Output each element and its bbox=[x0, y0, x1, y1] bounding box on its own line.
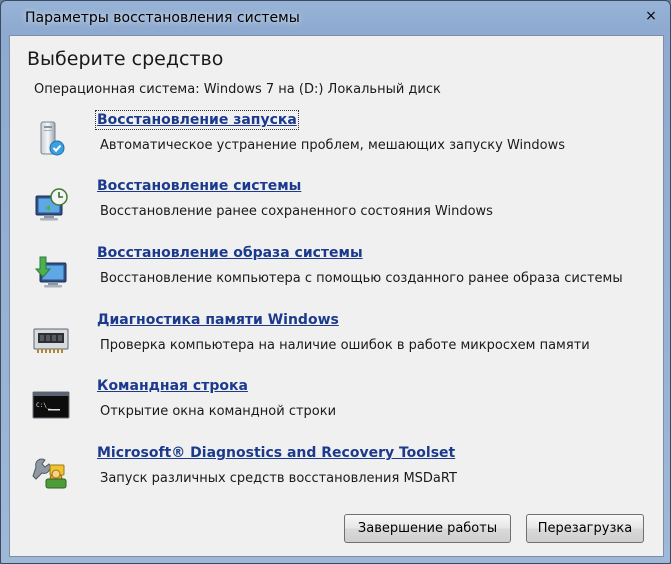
system-image-recovery-link[interactable]: Восстановление образа системы bbox=[97, 245, 363, 261]
startup-repair-icon bbox=[32, 120, 70, 158]
restart-button[interactable]: Перезагрузка bbox=[526, 514, 644, 543]
startup-repair-link[interactable]: Восстановление запуска bbox=[95, 110, 299, 130]
system-restore-link[interactable]: Восстановление системы bbox=[97, 178, 301, 194]
tool-item-memory-diagnostic: Диагностика памяти Windows Проверка комп… bbox=[30, 312, 650, 370]
operating-system-label: Операционная система: Windows 7 на (D:) … bbox=[34, 82, 441, 97]
system-restore-description: Восстановление ранее сохраненного состоя… bbox=[100, 204, 493, 219]
tool-item-system-image-recovery: Восстановление образа системы Восстановл… bbox=[30, 245, 650, 303]
title-bar[interactable]: Параметры восстановления системы × bbox=[1, 1, 670, 35]
recovery-options-window: Параметры восстановления системы × Выбер… bbox=[0, 0, 671, 564]
tool-item-msdart: Microsoft® Diagnostics and Recovery Tool… bbox=[30, 445, 650, 503]
shutdown-button[interactable]: Завершение работы bbox=[344, 514, 511, 543]
command-prompt-description: Открытие окна командной строки bbox=[100, 404, 337, 419]
system-restore-icon bbox=[32, 186, 70, 224]
tool-item-system-restore: Восстановление системы Восстановление ра… bbox=[30, 178, 650, 236]
memory-chip-icon bbox=[32, 320, 70, 358]
close-button[interactable]: × bbox=[642, 7, 660, 25]
toolset-icon bbox=[32, 453, 70, 491]
msdart-link[interactable]: Microsoft® Diagnostics and Recovery Tool… bbox=[97, 445, 455, 461]
svg-text:C:\_: C:\_ bbox=[36, 402, 51, 409]
system-image-icon bbox=[32, 253, 70, 291]
window-title: Параметры восстановления системы bbox=[25, 10, 300, 26]
memory-diagnostic-description: Проверка компьютера на наличие ошибок в … bbox=[100, 338, 590, 353]
page-title: Выберите средство bbox=[27, 48, 224, 70]
memory-diagnostic-link[interactable]: Диагностика памяти Windows bbox=[97, 312, 339, 328]
command-prompt-icon: C:\_ bbox=[32, 386, 70, 424]
command-prompt-link[interactable]: Командная строка bbox=[97, 378, 248, 394]
startup-repair-description: Автоматическое устранение проблем, мешаю… bbox=[100, 138, 566, 153]
tool-item-command-prompt: C:\_ Командная строка Открытие окна кома… bbox=[30, 378, 650, 436]
tool-item-startup-repair: Восстановление запуска Автоматическое ус… bbox=[30, 110, 650, 170]
system-image-recovery-description: Восстановление компьютера с помощью созд… bbox=[100, 271, 623, 286]
msdart-description: Запуск различных средств восстановления … bbox=[100, 471, 457, 486]
client-area: Выберите средство Операционная система: … bbox=[9, 35, 664, 557]
